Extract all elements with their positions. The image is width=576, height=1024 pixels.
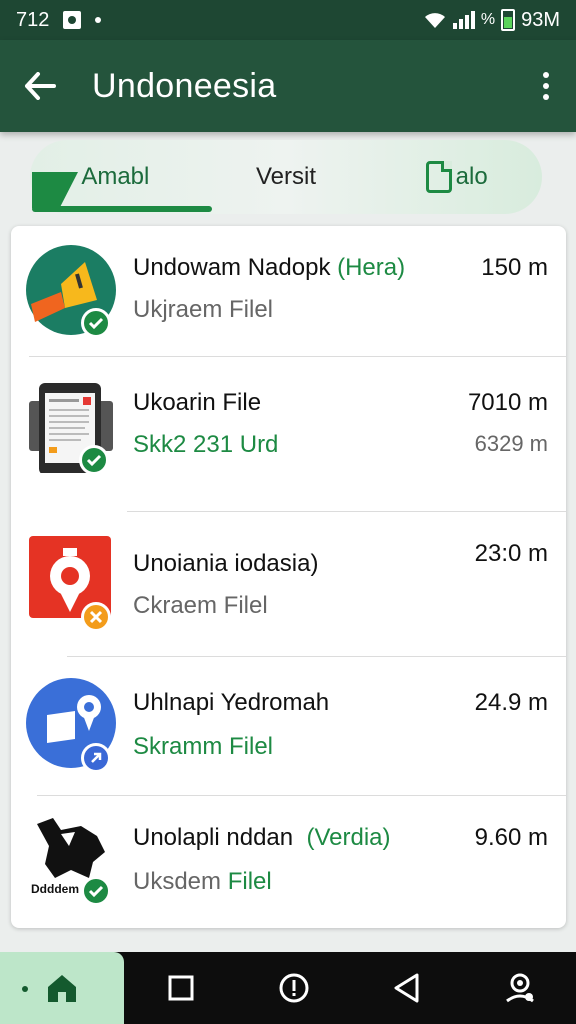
status-battery-text: 93M bbox=[521, 8, 560, 31]
tab-bar: Amabl Versit alo bbox=[30, 140, 542, 214]
tab-label: alo bbox=[455, 163, 488, 190]
list-item[interactable]: Uhlnapi Yedromah Skramm Filel 24.9 m bbox=[11, 657, 566, 795]
list-item[interactable]: Ddddem Unolapli nddan (Verdia) Uksdem Fi… bbox=[11, 796, 566, 928]
page-title: Undoneesia bbox=[92, 66, 277, 105]
more-vert-icon[interactable] bbox=[540, 72, 552, 100]
nav-alert-button[interactable] bbox=[237, 952, 350, 1024]
check-icon bbox=[79, 445, 109, 475]
nav-profile-button[interactable] bbox=[463, 952, 576, 1024]
list-item[interactable]: Ukoarin File Skk2 231 Urd 7010 m 6329 m bbox=[11, 357, 566, 511]
item-title: Ukoarin File bbox=[133, 389, 262, 416]
file-list: Undowam Nadopk (Hera) Ukjraem Filel 150 … bbox=[11, 226, 566, 928]
item-size: 7010 m bbox=[467, 389, 548, 416]
tab-label: Amabl bbox=[81, 163, 150, 190]
tab-versit[interactable]: Versit bbox=[201, 140, 372, 214]
bottom-nav bbox=[0, 952, 576, 1024]
tab-amabl[interactable]: Amabl bbox=[30, 140, 201, 214]
item-size: 24.9 m bbox=[474, 689, 548, 716]
check-icon bbox=[81, 876, 111, 906]
item-title-accent: (Hera) bbox=[337, 254, 406, 281]
item-title: Unolapli nddan (Verdia) bbox=[133, 824, 391, 851]
nav-back-button[interactable] bbox=[350, 952, 463, 1024]
battery-icon bbox=[501, 9, 516, 31]
item-subtitle: Ckraem Filel bbox=[133, 592, 268, 619]
back-arrow-icon[interactable] bbox=[24, 70, 56, 102]
profile-icon bbox=[505, 973, 534, 1003]
tab-indicator bbox=[32, 206, 212, 212]
dot-icon bbox=[22, 986, 28, 992]
status-bar: 712 % 93M bbox=[0, 0, 576, 40]
wifi-icon bbox=[424, 13, 445, 28]
signal-icon bbox=[452, 11, 475, 29]
item-subtitle: Uksdem Filel bbox=[133, 868, 272, 895]
item-subtitle: Skk2 231 Urd bbox=[133, 431, 279, 458]
item-title: Unoiania iodasia) bbox=[133, 550, 319, 577]
item-size: 9.60 m bbox=[474, 824, 548, 851]
square-icon bbox=[168, 975, 193, 1001]
notification-icon bbox=[63, 11, 82, 29]
item-subtitle: Skramm Filel bbox=[133, 733, 274, 760]
status-time: 712 bbox=[16, 8, 50, 31]
tab-alo[interactable]: alo bbox=[371, 140, 542, 214]
alert-icon bbox=[279, 973, 308, 1003]
list-item[interactable]: Undowam Nadopk (Hera) Ukjraem Filel 150 … bbox=[11, 226, 566, 356]
tools-icon bbox=[81, 602, 111, 632]
list-item[interactable]: Unoiania iodasia) Ckraem Filel 23:0 m bbox=[11, 512, 566, 656]
item-size: 23:0 m bbox=[474, 540, 548, 567]
item-title: Uhlnapi Yedromah bbox=[133, 689, 330, 716]
app-bar: Undoneesia bbox=[0, 40, 576, 132]
item-title: Undowam Nadopk (Hera) bbox=[133, 254, 406, 281]
item-size: 150 m bbox=[481, 254, 548, 281]
item-subtitle: Ukjraem Filel bbox=[133, 296, 274, 323]
item-size-secondary: 6329 m bbox=[474, 431, 548, 456]
arrow-icon bbox=[81, 743, 111, 773]
map-caption: Ddddem bbox=[31, 882, 79, 896]
back-triangle-icon bbox=[394, 973, 418, 1003]
tab-label: Versit bbox=[255, 163, 317, 190]
nav-home-button[interactable] bbox=[0, 952, 124, 1024]
check-icon bbox=[81, 308, 111, 338]
home-icon bbox=[48, 975, 76, 1002]
dot-icon bbox=[95, 17, 102, 23]
file-icon bbox=[425, 161, 452, 193]
item-title-accent: (Verdia) bbox=[306, 824, 391, 851]
nav-recents-button[interactable] bbox=[124, 952, 237, 1024]
status-percent: % bbox=[480, 11, 496, 28]
